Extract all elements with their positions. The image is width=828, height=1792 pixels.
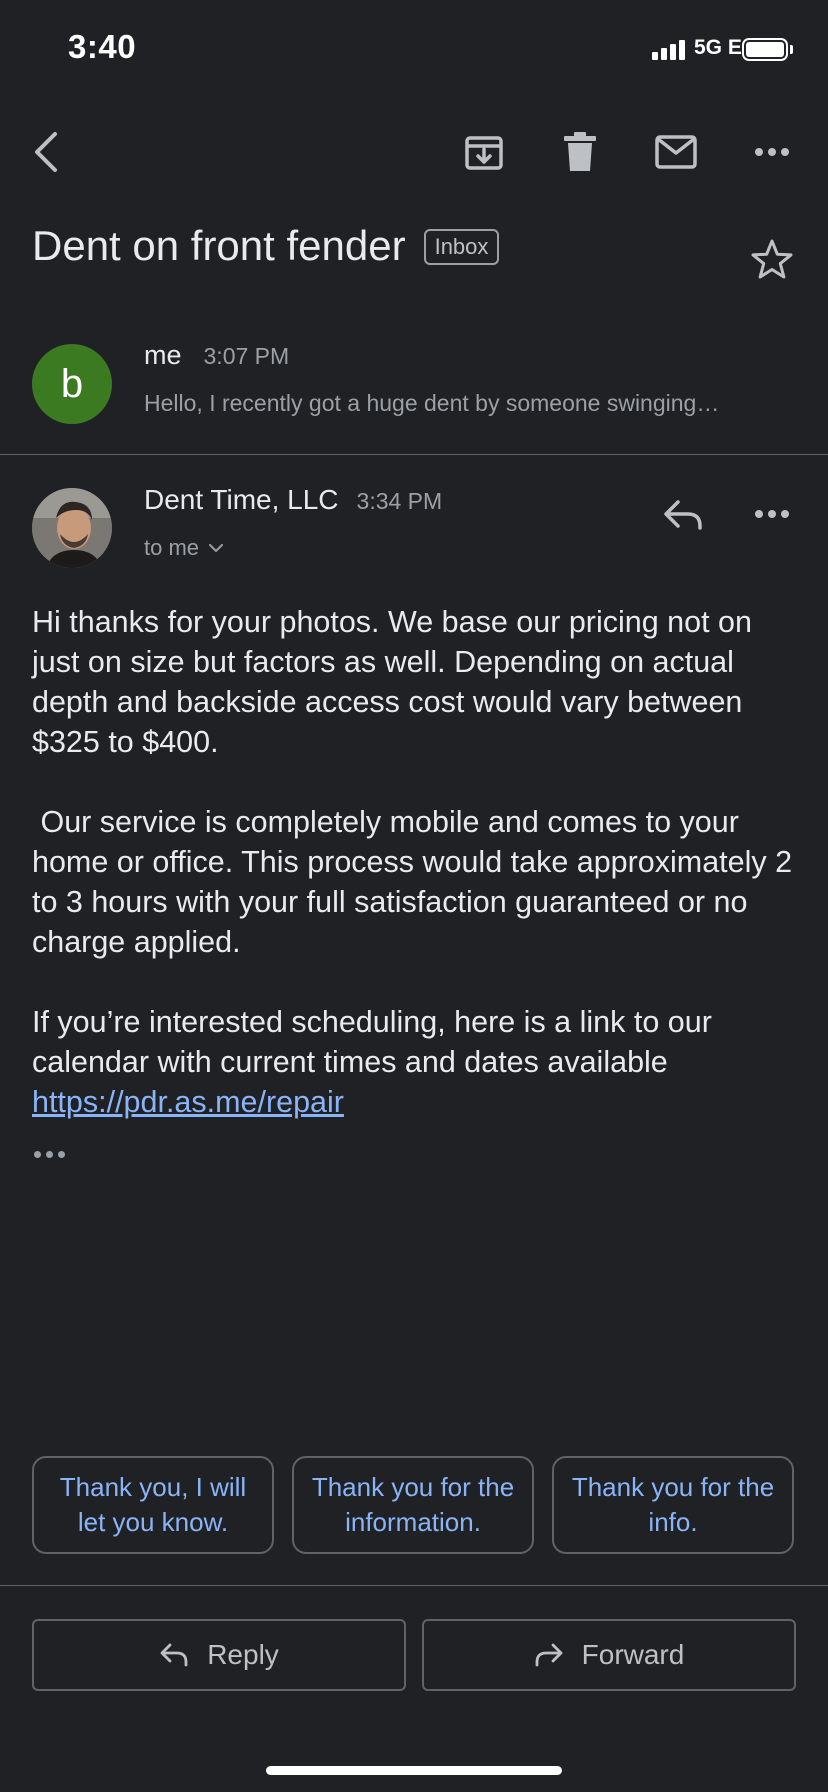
trash-icon bbox=[564, 132, 596, 171]
more-horizontal-icon bbox=[755, 148, 789, 156]
signal-strength-icon bbox=[652, 40, 685, 60]
network-type: 5G E bbox=[694, 36, 742, 59]
body-paragraph: If you’re interested scheduling, here is… bbox=[32, 1002, 802, 1122]
body-paragraph-text: If you’re interested scheduling, here is… bbox=[32, 1005, 712, 1079]
inbox-label-badge[interactable]: Inbox bbox=[423, 229, 500, 265]
message-time: 3:34 PM bbox=[356, 488, 443, 514]
person-photo-icon bbox=[32, 488, 112, 568]
body-paragraph: Our service is completely mobile and com… bbox=[32, 805, 801, 959]
battery-cap bbox=[790, 45, 793, 54]
message-time: 3:07 PM bbox=[203, 343, 290, 369]
sender-avatar[interactable]: b bbox=[32, 344, 112, 424]
reply-button[interactable] bbox=[660, 490, 708, 538]
forward-action-button[interactable]: Forward bbox=[422, 1619, 796, 1691]
smart-reply-chip[interactable]: Thank you, I will let you know. bbox=[32, 1456, 274, 1554]
smart-reply-chip[interactable]: Thank you for the information. bbox=[292, 1456, 534, 1554]
message-more-button[interactable] bbox=[748, 490, 796, 538]
message-snippet[interactable]: Hello, I recently got a huge dent by som… bbox=[144, 390, 784, 417]
chevron-left-icon bbox=[35, 132, 57, 172]
delete-button[interactable] bbox=[556, 128, 604, 176]
more-horizontal-icon bbox=[755, 510, 789, 518]
mail-icon bbox=[655, 135, 697, 169]
smart-reply-chip[interactable]: Thank you for the info. bbox=[552, 1456, 794, 1554]
divider bbox=[0, 454, 828, 455]
chevron-down-icon bbox=[209, 543, 224, 552]
star-button[interactable] bbox=[748, 236, 796, 284]
email-subject: Dent on front fender bbox=[32, 222, 406, 269]
scheduling-link[interactable]: https://pdr.as.me/repair bbox=[32, 1085, 344, 1119]
recipient-label: to me bbox=[144, 535, 200, 560]
reply-action-button[interactable]: Reply bbox=[32, 1619, 406, 1691]
reply-label: Reply bbox=[207, 1639, 279, 1670]
archive-icon bbox=[465, 136, 503, 170]
body-paragraph: Hi thanks for your photos. We base our p… bbox=[32, 605, 752, 759]
sender-avatar-photo[interactable] bbox=[32, 488, 112, 568]
forward-label: Forward bbox=[581, 1639, 685, 1670]
forward-icon bbox=[535, 1643, 563, 1667]
message-body: Hi thanks for your photos. We base our p… bbox=[32, 602, 802, 1122]
show-trimmed-content-button[interactable] bbox=[34, 1146, 70, 1162]
battery-icon bbox=[742, 38, 788, 61]
back-button[interactable] bbox=[22, 128, 70, 176]
recipient-details-toggle[interactable]: to me bbox=[144, 535, 224, 561]
more-options-button[interactable] bbox=[748, 128, 796, 176]
star-outline-icon bbox=[751, 239, 793, 279]
divider bbox=[0, 1585, 828, 1586]
home-indicator[interactable] bbox=[266, 1766, 562, 1775]
message-sender: Dent Time, LLC bbox=[144, 484, 339, 515]
status-time: 3:40 bbox=[68, 28, 137, 65]
mark-unread-button[interactable] bbox=[652, 128, 700, 176]
reply-icon bbox=[664, 500, 702, 530]
archive-button[interactable] bbox=[460, 128, 508, 176]
message-sender: me bbox=[144, 340, 182, 370]
reply-icon bbox=[160, 1643, 188, 1667]
